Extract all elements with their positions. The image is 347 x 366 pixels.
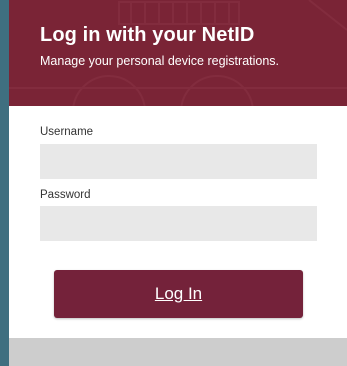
page-title: Log in with your NetID — [40, 24, 255, 46]
username-label: Username — [40, 126, 94, 138]
log-in-button[interactable]: Log In — [54, 270, 303, 318]
footer-bar — [9, 338, 347, 366]
page-background-strip — [0, 0, 9, 366]
password-label: Password — [40, 189, 91, 201]
password-input[interactable] — [40, 206, 317, 241]
header-background-pattern — [9, 0, 347, 106]
username-input[interactable] — [40, 144, 317, 179]
login-header: Log in with your NetID Manage your perso… — [9, 0, 347, 106]
page-subtitle: Manage your personal device registration… — [40, 54, 280, 68]
login-card: Log in with your NetID Manage your perso… — [9, 0, 347, 366]
